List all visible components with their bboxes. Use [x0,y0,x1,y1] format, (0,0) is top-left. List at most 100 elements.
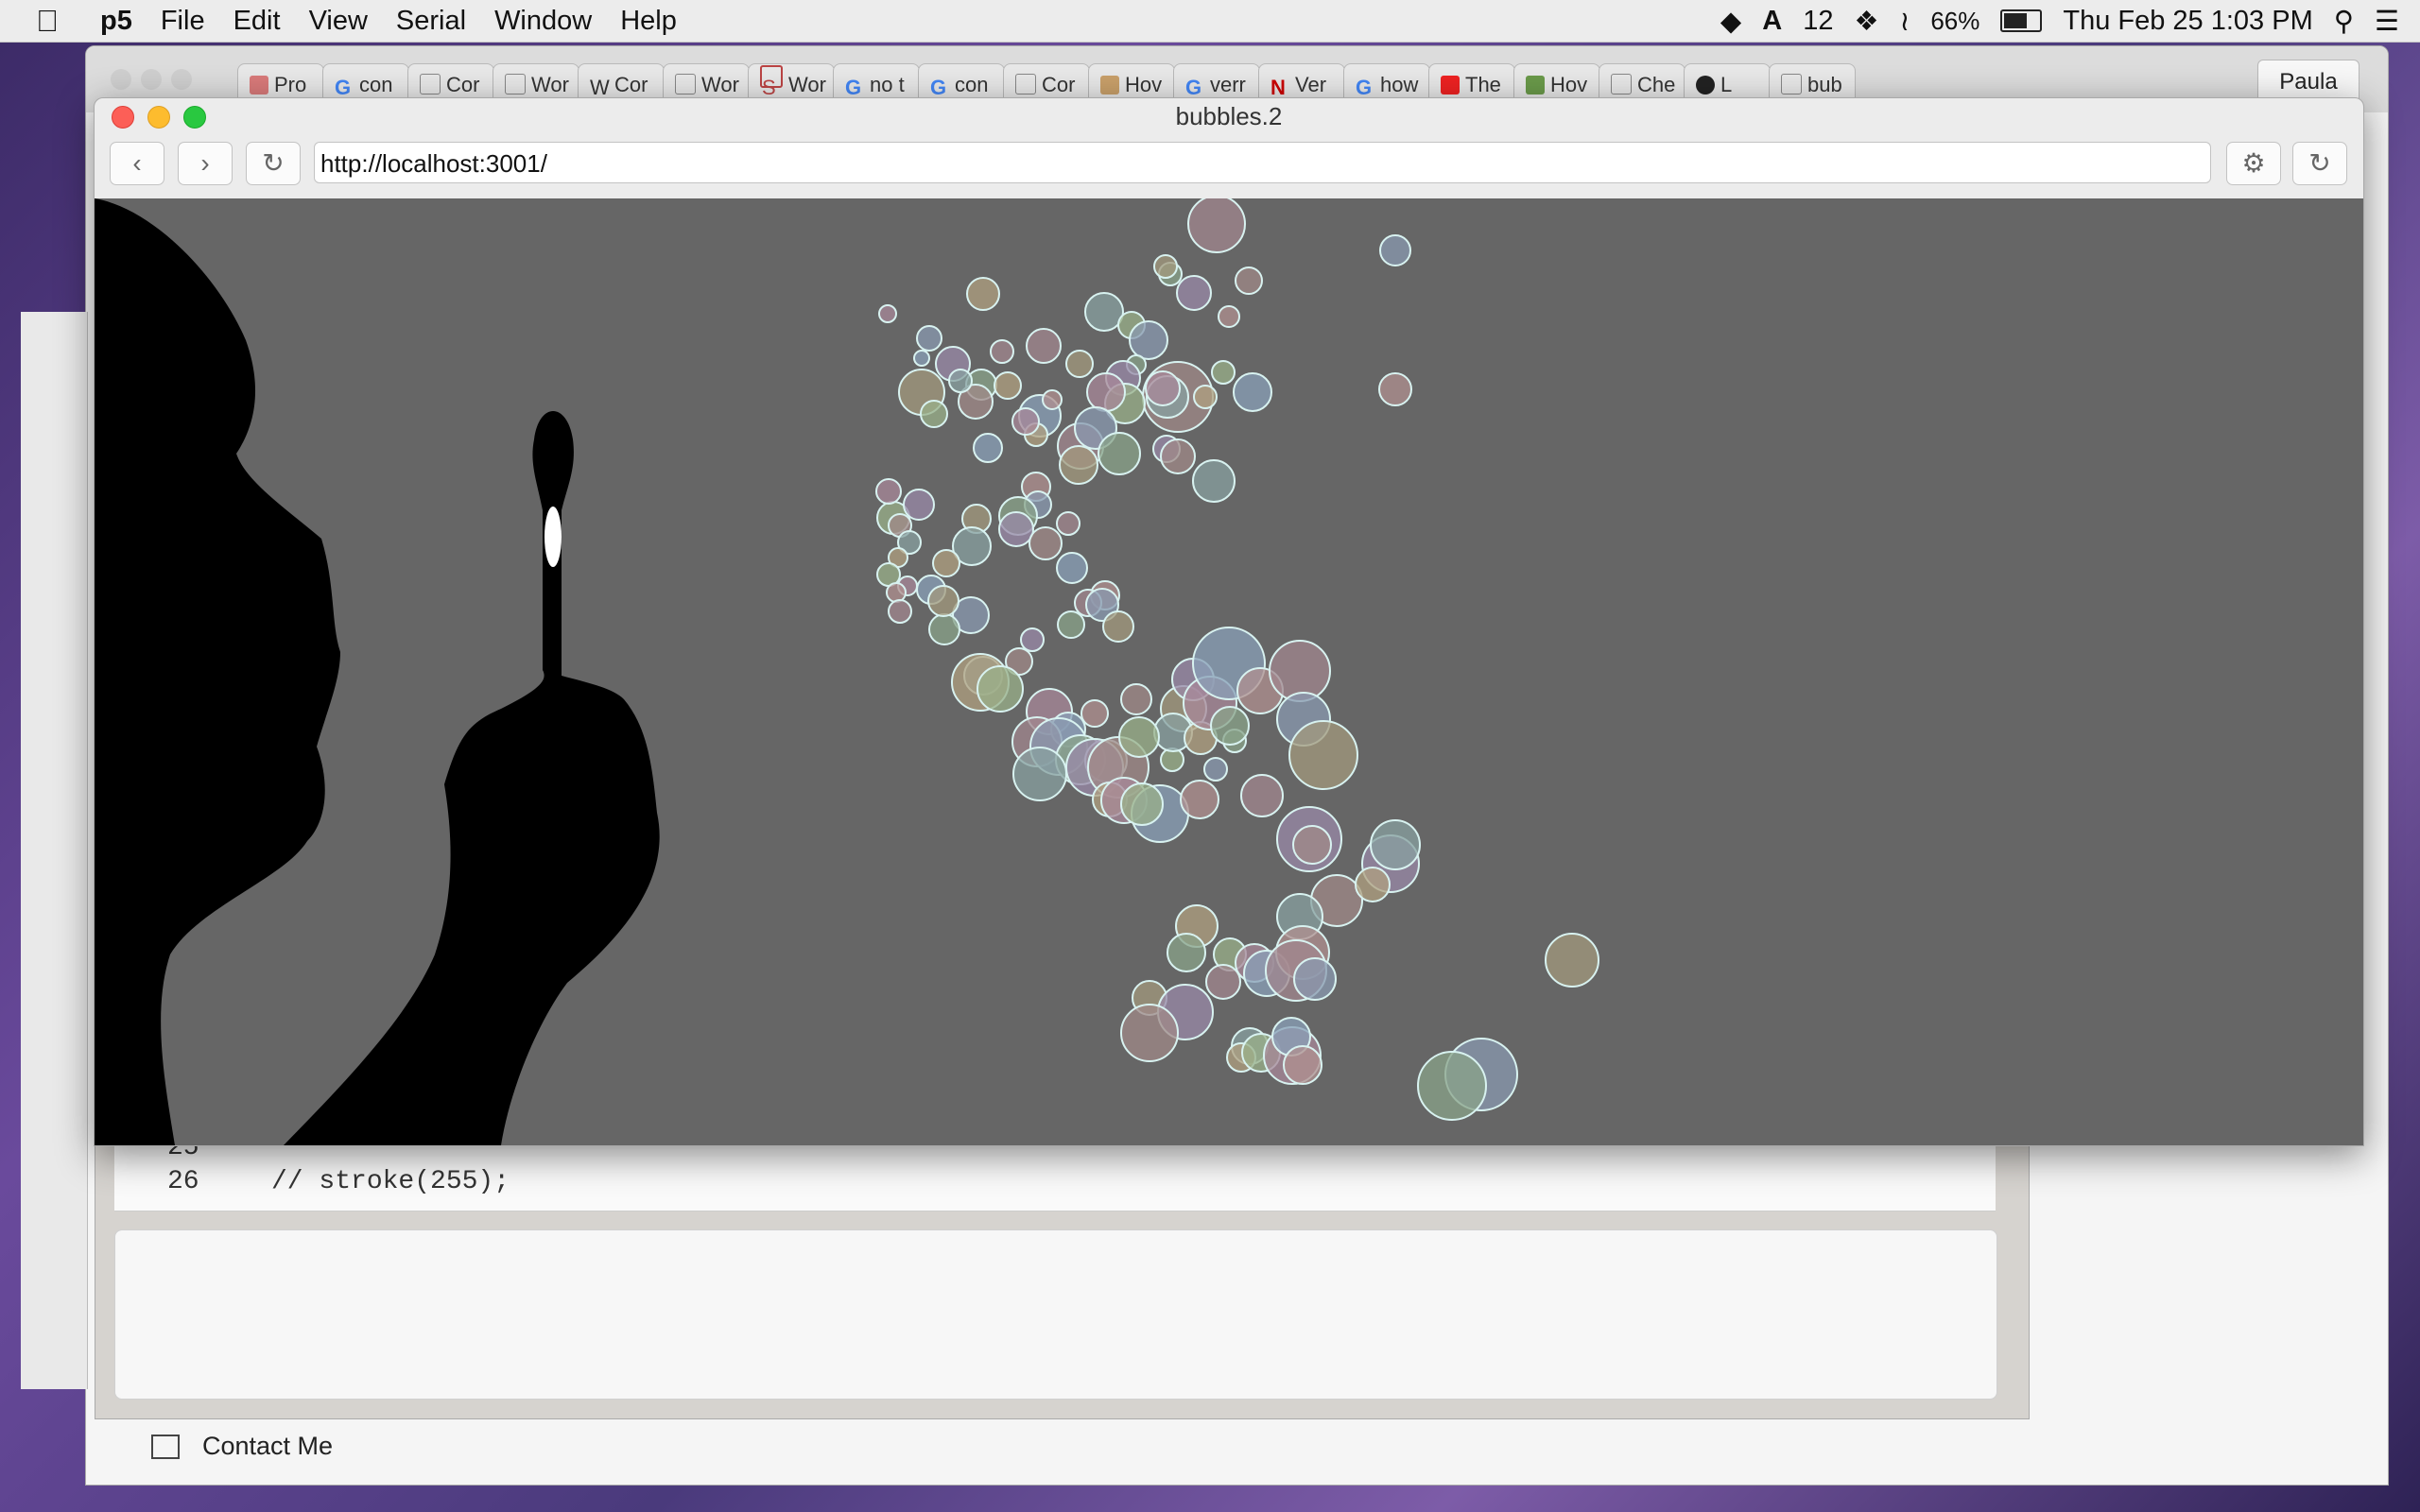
bubble [1355,867,1391,902]
battery-percent: 66% [1930,6,1980,35]
chevron-left-icon: ‹ [132,148,142,178]
dropbox-icon[interactable]: ❖ [1854,5,1878,38]
bubble [1042,389,1063,410]
menu-view[interactable]: View [309,6,368,37]
chevron-right-icon: › [200,148,210,178]
settings-button[interactable]: ⚙ [2226,142,2281,185]
bubble [977,665,1024,713]
bubble [932,549,960,577]
contact-icon [151,1434,180,1459]
refresh-icon: ↻ [2308,148,2331,178]
bubbles-layer [875,198,1599,1121]
bubble [994,371,1022,400]
bubble [1205,964,1241,1000]
adobe-icon[interactable]: A [1762,6,1782,37]
bubble [1086,372,1126,412]
bubble [1160,438,1196,474]
bubble [1210,706,1250,746]
bubble [875,478,902,505]
bubble [1056,552,1088,584]
background-sidebar [21,312,88,1389]
favicon-icon [250,76,268,94]
google-icon: G [930,76,947,99]
google-icon: G [845,76,862,99]
sketch-canvas[interactable] [95,198,2363,1145]
document-icon [675,74,696,94]
sketch-svg [95,198,1599,1145]
bubble [1129,320,1168,360]
youtube-icon [1441,76,1460,94]
back-button[interactable]: ‹ [110,142,164,185]
refresh-button[interactable]: ↻ [2292,142,2347,185]
bubble [1293,957,1337,1001]
sidebar-item-contact[interactable]: Contact Me [151,1432,333,1461]
bubble [913,350,930,367]
bubble [888,599,912,624]
bubble [1176,275,1212,311]
evernote-icon[interactable]: ◆ [1720,5,1741,38]
menu-window[interactable]: Window [494,6,592,37]
line-number: 26 [167,1167,199,1196]
zoom-button[interactable] [171,69,192,90]
minimize-button[interactable] [141,69,162,90]
bubble [1153,254,1178,279]
console-panel[interactable] [114,1229,1997,1400]
menu-edit[interactable]: Edit [233,6,281,37]
bubble [916,325,942,352]
bubble [1059,445,1098,485]
bubble [990,339,1014,364]
bubble [1292,825,1332,865]
menu-app-name[interactable]: p5 [100,6,132,37]
bubble [1167,933,1206,972]
reload-button[interactable]: ↻ [246,142,301,185]
notification-center-icon[interactable]: ☰ [2375,5,2399,38]
bubble [1120,782,1164,826]
bubble [1233,372,1272,412]
document-icon [1611,74,1632,94]
url-field[interactable]: http://localhost:3001/ [314,142,2211,183]
bubble [1417,1051,1487,1121]
bubble [1180,780,1219,819]
bubble [1283,1045,1322,1085]
bubble [927,585,959,617]
battery-icon[interactable] [2000,9,2043,32]
zoom-button[interactable] [183,106,206,129]
apple-menu-icon[interactable]:  [36,4,74,39]
menu-file[interactable]: File [161,6,205,37]
favicon-icon [1696,76,1715,94]
bubble [1028,526,1063,560]
google-icon: G [1185,76,1202,99]
bubble [1288,720,1358,790]
bubble [1080,699,1109,728]
menu-serial[interactable]: Serial [396,6,466,37]
bubble [1120,1004,1179,1062]
bubble [1057,610,1085,639]
bubble [1240,774,1284,817]
forward-button[interactable]: › [178,142,233,185]
minimize-button[interactable] [147,106,170,129]
bubble [1378,372,1412,406]
bubble [1102,610,1134,643]
spotlight-search-icon[interactable]: ⚲ [2334,5,2354,38]
document-icon [505,74,526,94]
bubble [1193,385,1218,409]
bubble [966,277,1000,311]
face-silhouette [95,198,340,1145]
bubble [886,582,907,603]
favicon-icon [1526,76,1545,94]
close-button[interactable] [111,69,131,90]
bubble [1211,360,1236,385]
bubble [1056,511,1080,536]
clock[interactable]: Thu Feb 25 1:03 PM [2063,6,2312,37]
bubble [1098,432,1141,475]
hand-silhouette [284,411,660,1145]
code-line: // stroke(255); [271,1167,510,1196]
menu-help[interactable]: Help [620,6,677,37]
bubble [1120,683,1152,715]
favicon-icon [1100,76,1119,94]
wifi-icon[interactable]: ≀ [1899,5,1910,38]
bubble [1203,757,1228,782]
adobe-count: 12 [1803,5,1834,36]
close-button[interactable] [112,106,134,129]
bubble [1192,459,1236,503]
